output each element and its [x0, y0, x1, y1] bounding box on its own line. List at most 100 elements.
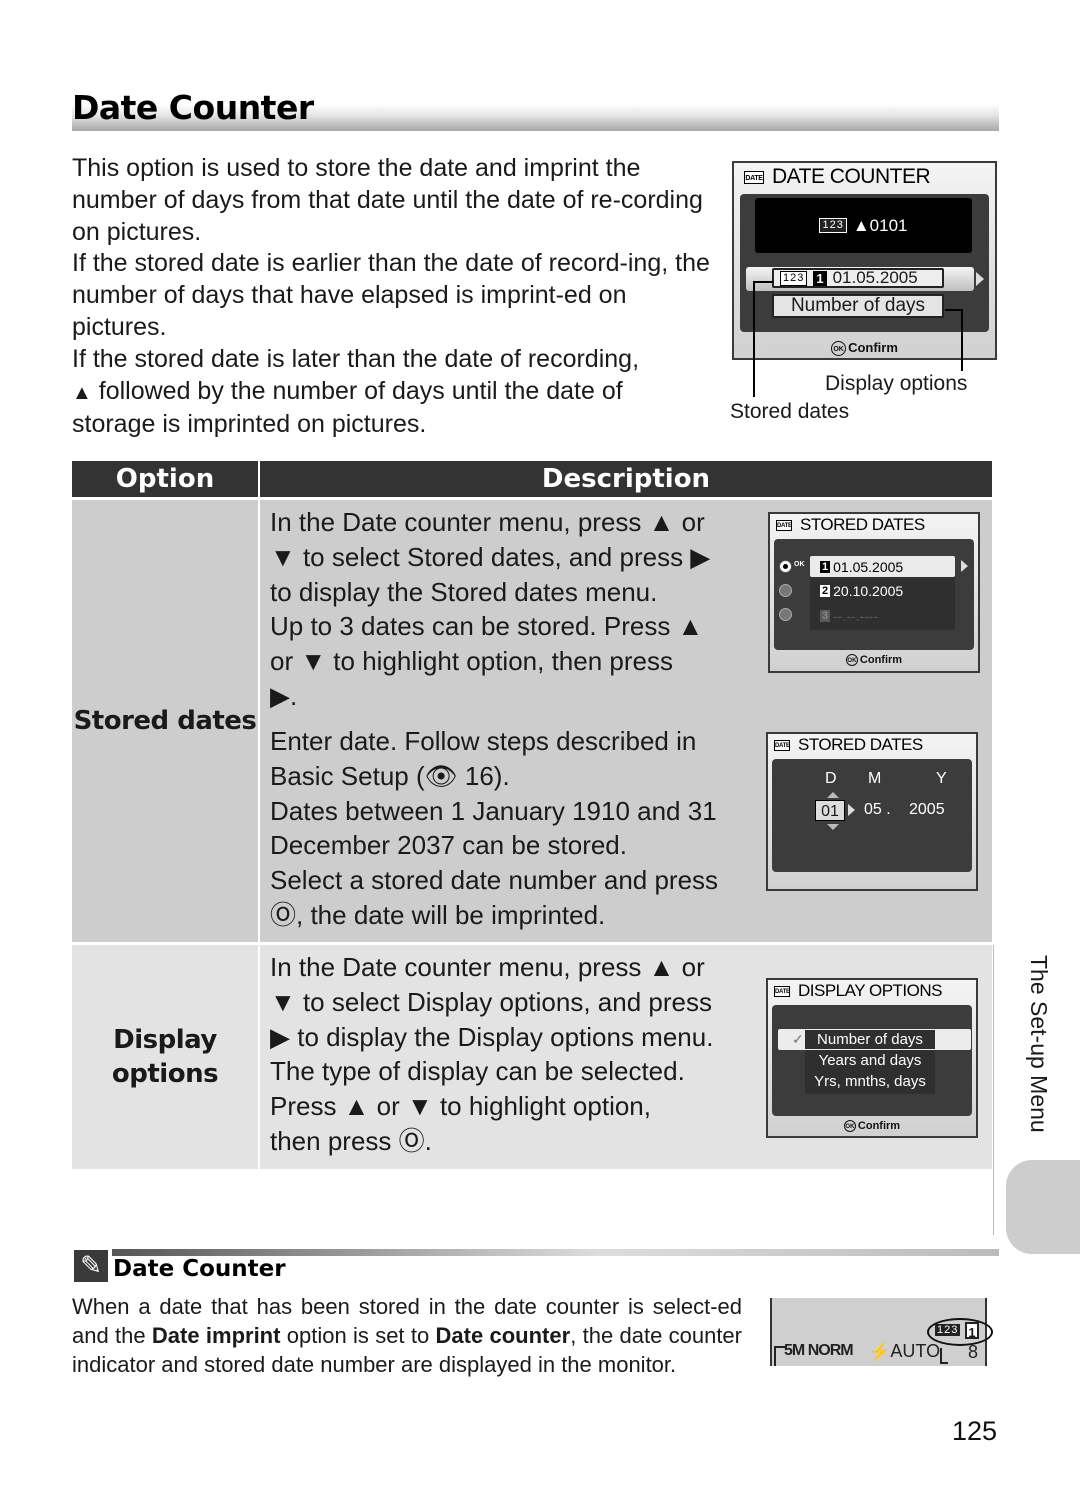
- display-option-item[interactable]: Years and days: [805, 1052, 935, 1069]
- page-number: 125: [952, 1416, 998, 1446]
- date-counter-indicator-icon: 123: [935, 1324, 961, 1336]
- desc-line: ▼ to select Display options, and press: [270, 986, 712, 1017]
- ok-button-icon: OK: [845, 654, 858, 667]
- callout-display-options: Display options: [825, 372, 968, 395]
- quality: NORM: [807, 1342, 854, 1359]
- stored-date-entry[interactable]: 3 --.--.----: [820, 608, 878, 624]
- desc-line: Basic Setup (👁 16).: [270, 760, 510, 791]
- date-icon: DATE: [774, 739, 790, 751]
- display-option-field[interactable]: Number of days: [772, 294, 944, 318]
- intro-p3-rest: followed by the number of days until the…: [72, 376, 623, 439]
- right-arrow-icon: [848, 804, 855, 816]
- header-option: Option: [72, 461, 260, 497]
- confirm-label: Confirm: [857, 1120, 901, 1132]
- counter-value: ▲0101: [852, 215, 908, 235]
- screen-title-text: DISPLAY OPTIONS: [798, 981, 942, 1000]
- date-value: 01.05.2005: [833, 559, 904, 575]
- checkmark-icon: ✓: [792, 1031, 804, 1047]
- desc-line: The type of display can be selected.: [270, 1056, 685, 1087]
- display-option-item[interactable]: Number of days: [805, 1030, 935, 1049]
- desc-line: In the Date counter menu, press ▲ or: [270, 952, 705, 982]
- radio-unselected[interactable]: [779, 608, 792, 621]
- date-value: 20.10.2005: [833, 583, 904, 599]
- confirm-hint: OK Confirm: [734, 340, 995, 357]
- table-row-stored-dates: Stored dates In the Date counter menu, p…: [72, 500, 992, 945]
- right-arrow-icon: [961, 560, 968, 572]
- stored-date-field[interactable]: 123 1 01.05.2005: [772, 268, 944, 288]
- image-size: 5M: [784, 1342, 805, 1359]
- desc-line: Ⓞ, the date will be imprinted.: [270, 899, 606, 930]
- up-arrow-icon[interactable]: [827, 792, 839, 798]
- desc-line: December 2037 can be stored.: [270, 830, 627, 861]
- side-divider: [993, 945, 994, 1235]
- note-body: When a date that has been stored in the …: [72, 1292, 742, 1379]
- bracket-left: [940, 1348, 948, 1364]
- intro-paragraph-2: If the stored date is earlier than the d…: [72, 249, 710, 341]
- callout-line-display-vertical: [961, 309, 963, 371]
- callout-stored-dates: Stored dates: [730, 400, 850, 423]
- header-description: Description: [541, 464, 711, 494]
- date-counter-screen: DATE DATE COUNTER 123 ▲0101 123 1 01.05.…: [732, 161, 997, 360]
- stored-date-entry[interactable]: 1 01.05.2005: [820, 559, 903, 575]
- display-options-screen: DATE DISPLAY OPTIONS ✓ Number of days Ye…: [766, 978, 978, 1138]
- year-column-label: Y: [936, 770, 947, 787]
- date-counter-indicator-icon: 123: [819, 218, 847, 233]
- stored-number-badge: 1: [813, 270, 827, 286]
- year-field[interactable]: 2005: [909, 801, 945, 819]
- intro-paragraph-1: This option is used to store the date an…: [72, 154, 703, 246]
- counter-preview: 123 ▲0101: [755, 198, 972, 253]
- description-display-options: In the Date counter menu, press ▲ or ▼ t…: [260, 945, 992, 1169]
- display-option-item[interactable]: Yrs, mnths, days: [805, 1073, 935, 1090]
- date-number-badge: 1: [820, 561, 831, 573]
- stored-dates-edit-screen: DATE STORED DATES D M Y 01 05 . 2005: [766, 732, 978, 891]
- desc-line: Press ▲ or ▼ to highlight option,: [270, 1091, 651, 1122]
- stored-dates-desc-b: Enter date. Follow steps described in Ba…: [270, 724, 718, 933]
- date-number-badge: 3: [820, 610, 831, 622]
- date-icon: DATE: [774, 985, 790, 997]
- desc-line: Up to 3 dates can be stored. Press ▲: [270, 611, 704, 642]
- display-options-desc: In the Date counter menu, press ▲ or ▼ t…: [270, 950, 713, 1159]
- note-title: Date Counter: [113, 1256, 286, 1282]
- flash-mode: AUTO: [890, 1341, 941, 1361]
- stored-date-value: 01.05.2005: [832, 268, 918, 287]
- screen-title-text: STORED DATES: [800, 515, 925, 534]
- confirm-hint: OK Confirm: [770, 654, 978, 667]
- desc-line: ▶ to display the Display options menu.: [270, 1021, 714, 1052]
- desc-line: Select a stored date number and press: [270, 865, 719, 896]
- screen-title-text: STORED DATES: [798, 735, 923, 754]
- day-column-label: D: [825, 770, 837, 787]
- ok-button-icon: OK: [831, 341, 847, 357]
- section-thumb-tab[interactable]: [1006, 1160, 1080, 1254]
- radio-unselected[interactable]: [779, 584, 792, 597]
- exposures-remaining: 8: [968, 1342, 979, 1362]
- stored-date-entry[interactable]: 2 20.10.2005: [820, 583, 903, 599]
- month-field[interactable]: 05 .: [864, 801, 891, 819]
- confirm-label: Confirm: [848, 340, 898, 355]
- note-header-bar: [112, 1249, 999, 1256]
- desc-line: or ▼ to highlight option, then press: [270, 646, 673, 677]
- callout-line-stored: [753, 281, 773, 283]
- note-text: option is set to: [280, 1323, 436, 1348]
- flash-indicator: ⚡AUTO: [868, 1341, 940, 1362]
- date-icon: DATE: [744, 170, 764, 184]
- ok-button-icon: OK: [843, 1120, 856, 1133]
- screen-title-text: DATE COUNTER: [772, 165, 931, 188]
- stored-number-indicator: 1: [965, 1322, 979, 1340]
- desc-line: Dates between 1 January 1910 and 31: [270, 795, 717, 826]
- image-size-indicator: 5M NORM: [784, 1342, 854, 1360]
- section-tab-label: The Set-up Menu: [1026, 955, 1052, 1133]
- day-field[interactable]: 01: [815, 800, 845, 821]
- radio-selected[interactable]: [779, 560, 792, 573]
- pencil-icon: ✎: [74, 1250, 108, 1282]
- desc-line: Enter date. Follow steps described in: [270, 726, 697, 756]
- confirm-hint: OK Confirm: [768, 1120, 976, 1133]
- intro-text: This option is used to store the date an…: [72, 153, 712, 441]
- desc-line: then press Ⓞ.: [270, 1125, 432, 1156]
- screen-title: DATE STORED DATES: [776, 515, 925, 535]
- up-triangle-icon: ▲: [72, 381, 92, 404]
- down-arrow-icon[interactable]: [827, 824, 839, 830]
- confirm-label: Confirm: [859, 654, 903, 666]
- right-arrow-icon: [976, 272, 984, 286]
- desc-line: In the Date counter menu, press ▲ or: [270, 507, 705, 537]
- note-bold-date-counter: Date counter: [435, 1323, 571, 1348]
